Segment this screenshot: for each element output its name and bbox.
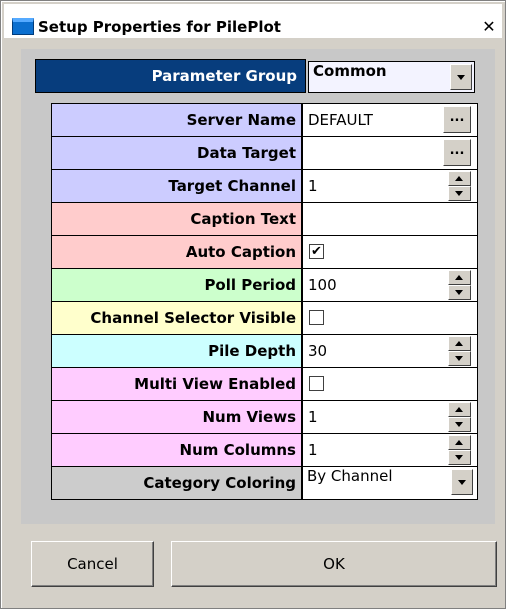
chevron-down-icon[interactable] (451, 469, 473, 495)
property-label: Poll Period (52, 269, 301, 301)
property-value[interactable]: 1 (308, 434, 318, 466)
property-row: Num Columns 1 (52, 434, 477, 467)
cancel-button[interactable]: Cancel (31, 541, 154, 587)
property-label: Num Columns (52, 434, 301, 466)
property-label: Auto Caption (52, 236, 301, 268)
property-row: Data Target... (52, 137, 477, 170)
spin-control (448, 402, 471, 432)
property-label: Multi View Enabled (52, 368, 301, 400)
property-label: Category Coloring (52, 467, 301, 499)
category-coloring-dropdown[interactable]: By Channel (303, 467, 477, 499)
property-value-cell[interactable]: By Channel (303, 467, 477, 499)
spin-control (448, 171, 471, 201)
parameter-group-value: Common (313, 62, 387, 80)
property-value-cell[interactable] (303, 203, 477, 235)
setup-dialog: Setup Properties for PilePlot ✕ Paramete… (0, 0, 506, 609)
property-label: Channel Selector Visible (52, 302, 301, 334)
spin-up-icon[interactable] (448, 402, 471, 417)
window-icon (12, 18, 34, 35)
chevron-down-icon[interactable] (450, 64, 472, 90)
property-row: Caption Text (52, 203, 477, 236)
property-value-cell[interactable]: ... (303, 137, 477, 169)
property-label: Data Target (52, 137, 301, 169)
property-value-cell[interactable]: 1 (303, 434, 477, 466)
spin-up-icon[interactable] (448, 171, 471, 186)
parameter-group-dropdown[interactable]: Common (308, 61, 475, 93)
property-value[interactable]: 1 (308, 401, 318, 433)
browse-button[interactable]: ... (443, 106, 471, 133)
close-button[interactable]: ✕ (478, 18, 500, 36)
spin-control (448, 270, 471, 300)
property-value-cell[interactable]: 1 (303, 401, 477, 433)
property-value-cell[interactable]: 30 (303, 335, 477, 367)
window-title: Setup Properties for PilePlot (38, 18, 281, 36)
property-label: Num Views (52, 401, 301, 433)
property-value[interactable]: 100 (308, 269, 337, 301)
property-row: Channel Selector Visible (52, 302, 477, 335)
checkbox[interactable] (309, 310, 324, 325)
checkbox[interactable] (309, 376, 324, 391)
property-value[interactable]: DEFAULT (308, 104, 373, 136)
spin-control (448, 336, 471, 366)
ok-button[interactable]: OK (171, 541, 497, 587)
spin-control (448, 435, 471, 465)
spin-up-icon[interactable] (448, 435, 471, 450)
title-bar[interactable]: Setup Properties for PilePlot ✕ (4, 4, 502, 38)
spin-down-icon[interactable] (448, 186, 471, 201)
property-row: Target Channel 1 (52, 170, 477, 203)
property-label: Server Name (52, 104, 301, 136)
property-value-cell[interactable]: ✔ (303, 236, 477, 268)
property-label: Caption Text (52, 203, 301, 235)
property-row: Auto Caption ✔ (52, 236, 477, 269)
spin-up-icon[interactable] (448, 336, 471, 351)
property-row: Server Name DEFAULT... (52, 104, 477, 137)
spin-down-icon[interactable] (448, 417, 471, 432)
property-value-cell[interactable]: 100 (303, 269, 477, 301)
dropdown-value: By Channel (307, 467, 393, 485)
parameter-group-label: Parameter Group (35, 59, 306, 93)
property-row: Category Coloring By Channel (52, 467, 477, 500)
property-value-cell[interactable] (303, 368, 477, 400)
property-row: Pile Depth 30 (52, 335, 477, 368)
property-row: Multi View Enabled (52, 368, 477, 401)
spin-down-icon[interactable] (448, 351, 471, 366)
property-grid: Server Name DEFAULT... Data Target... Targe… (51, 103, 478, 500)
property-value-cell[interactable] (303, 302, 477, 334)
browse-button[interactable]: ... (443, 139, 471, 166)
property-label: Pile Depth (52, 335, 301, 367)
property-value[interactable]: 1 (308, 170, 318, 202)
property-value-cell[interactable]: DEFAULT... (303, 104, 477, 136)
property-row: Num Views 1 (52, 401, 477, 434)
property-value[interactable]: 30 (308, 335, 327, 367)
property-value-cell[interactable]: 1 (303, 170, 477, 202)
spin-up-icon[interactable] (448, 270, 471, 285)
property-row: Poll Period 100 (52, 269, 477, 302)
spin-down-icon[interactable] (448, 450, 471, 465)
spin-down-icon[interactable] (448, 285, 471, 300)
checkbox[interactable]: ✔ (309, 244, 324, 259)
property-label: Target Channel (52, 170, 301, 202)
